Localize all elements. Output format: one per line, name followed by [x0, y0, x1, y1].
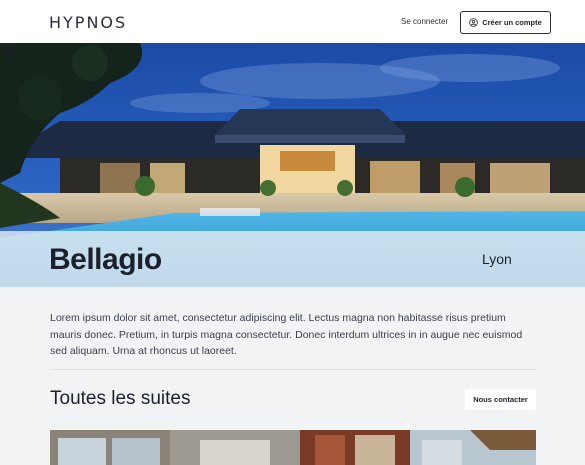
login-link[interactable]: Se connecter: [401, 17, 448, 26]
hypnos-logo[interactable]: HYPNOS: [49, 13, 127, 32]
suites-heading: Toutes les suites: [50, 388, 191, 409]
suite-photo: [50, 430, 536, 465]
hotel-hero: Bellagio Lyon: [0, 43, 585, 287]
section-divider: [50, 369, 536, 370]
signup-label: Créer un compte: [482, 18, 542, 27]
user-circle-icon: [469, 18, 478, 27]
contact-button[interactable]: Nous contacter: [465, 389, 536, 410]
map-pin-icon: [0, 43, 16, 63]
hotel-city: Lyon: [482, 251, 512, 267]
suite-card-image[interactable]: [50, 430, 536, 465]
signup-button[interactable]: Créer un compte: [460, 11, 551, 34]
top-navbar: HYPNOS Se connecter Créer un compte: [0, 0, 585, 43]
hotel-description: Lorem ipsum dolor sit amet, consectetur …: [50, 312, 523, 357]
hotel-name: Bellagio: [49, 243, 162, 276]
